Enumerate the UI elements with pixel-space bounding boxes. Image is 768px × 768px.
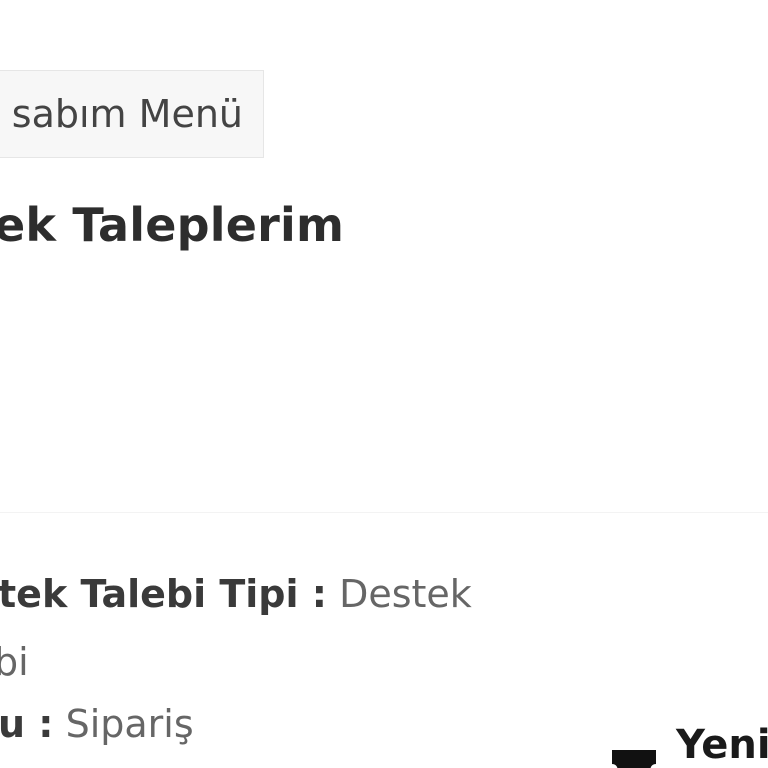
new-request-button[interactable]: Yeni (606, 710, 768, 768)
page: sabım Menü ek Taleplerim tek Talebi Tipi… (0, 0, 768, 768)
ticket-type-label: tek Talebi Tipi : (0, 572, 327, 616)
ticket-type-row: tek Talebi Tipi : Destek (0, 572, 472, 616)
ticket-subject-row: u : Sipariş (0, 702, 194, 746)
ticket-type-value-continued: bi (0, 640, 29, 684)
section-divider (0, 512, 768, 513)
ticket-type-value: Destek (339, 572, 472, 616)
account-menu-label: sabım Menü (11, 92, 243, 136)
account-menu-button[interactable]: sabım Menü (0, 70, 264, 158)
new-request-label: Yeni (676, 722, 768, 768)
ticket-icon (612, 750, 656, 768)
ticket-subject-value: Sipariş (65, 702, 194, 746)
ticket-type-value-cont: bi (0, 640, 29, 684)
page-title: ek Taleplerim (0, 198, 345, 252)
ticket-subject-label: u : (0, 702, 54, 746)
